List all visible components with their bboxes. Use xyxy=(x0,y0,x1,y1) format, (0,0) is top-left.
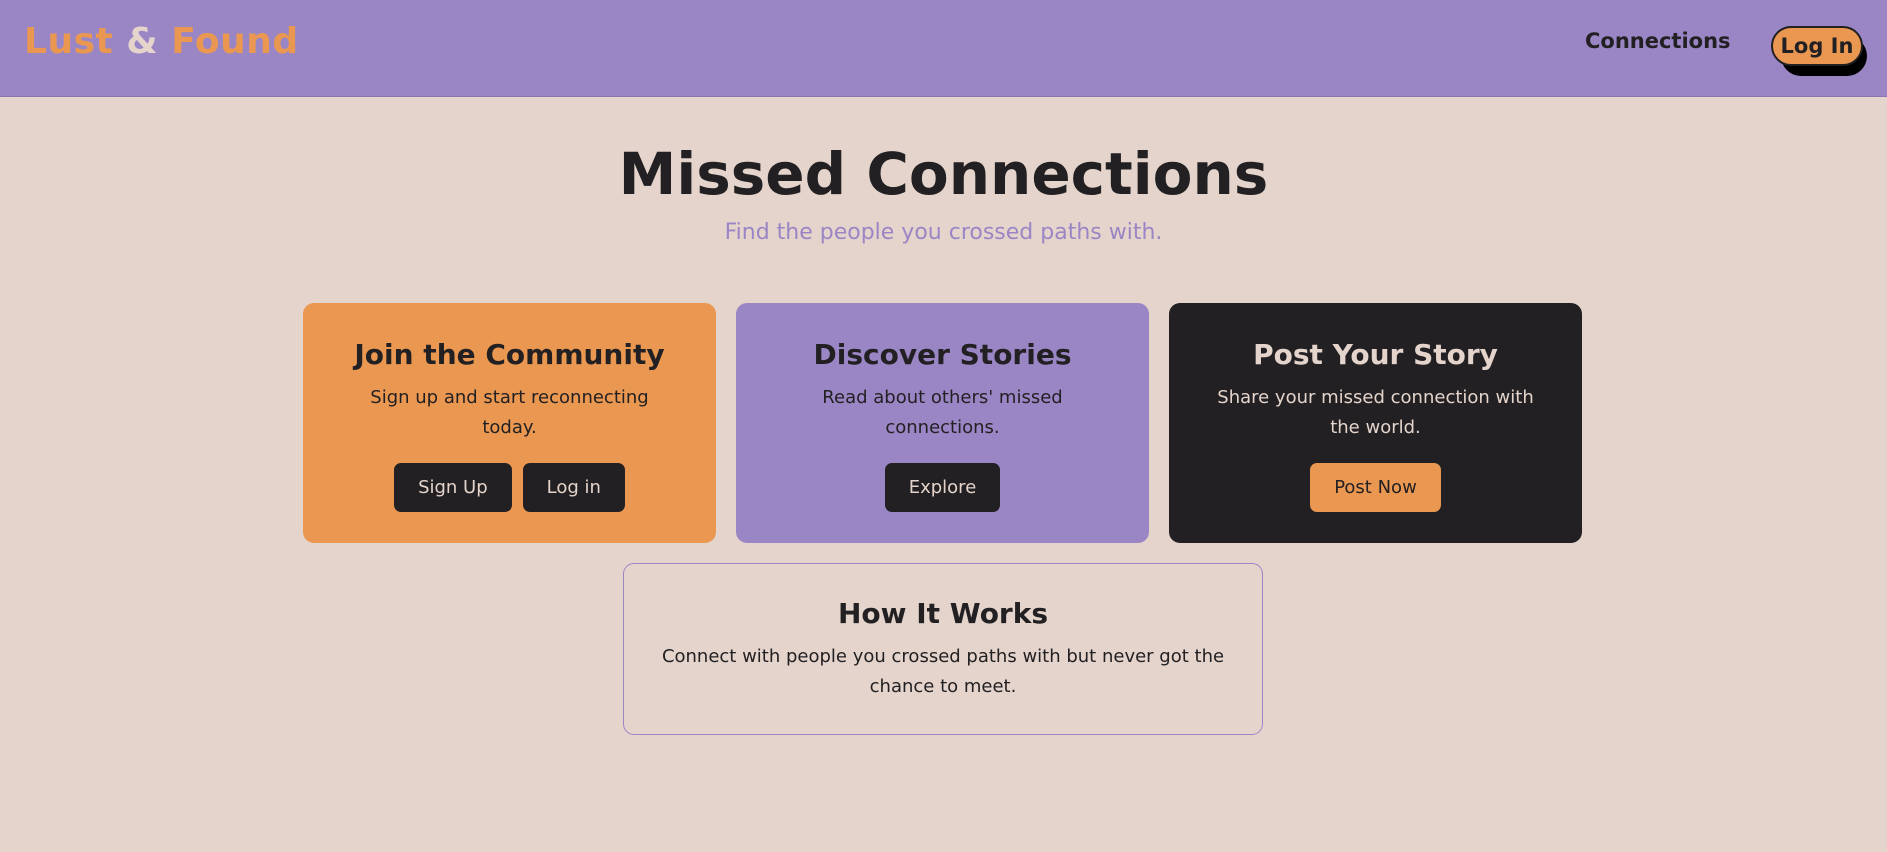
join-community-card: Join the Community Sign up and start rec… xyxy=(303,303,716,543)
page-subtitle: Find the people you crossed paths with. xyxy=(724,220,1163,245)
discover-card-text: Read about others' missed connections. xyxy=(822,387,1063,438)
login-button-wrapper: Log In xyxy=(1771,26,1871,76)
discover-card-actions: Explore xyxy=(736,463,1149,512)
join-card-actions: Sign Up Log in xyxy=(303,463,716,512)
discover-stories-card: Discover Stories Read about others' miss… xyxy=(736,303,1149,543)
page-title: Missed Connections xyxy=(618,140,1269,208)
post-card-text: Share your missed connection with the wo… xyxy=(1217,387,1534,438)
post-card-actions: Post Now xyxy=(1169,463,1582,512)
nav-link-connections[interactable]: Connections xyxy=(1585,29,1731,53)
discover-card-title: Discover Stories xyxy=(813,338,1072,371)
how-it-works-title: How It Works xyxy=(837,597,1049,630)
brand-word-found: Found xyxy=(171,21,299,62)
explore-button[interactable]: Explore xyxy=(884,463,1001,512)
top-nav-bar: Lust & Found Connections Log In xyxy=(0,0,1887,97)
post-story-card: Post Your Story Share your missed connec… xyxy=(1169,303,1582,543)
login-button[interactable]: Log In xyxy=(1771,26,1863,66)
join-card-title: Join the Community xyxy=(354,338,665,371)
brand-logo[interactable]: Lust & Found xyxy=(24,21,299,62)
post-now-button[interactable]: Post Now xyxy=(1310,463,1441,512)
brand-word-lust: Lust xyxy=(24,21,114,62)
post-card-title: Post Your Story xyxy=(1253,338,1498,371)
card-log-in-button[interactable]: Log in xyxy=(522,463,625,512)
how-it-works-card: How It Works Connect with people you cro… xyxy=(623,563,1263,735)
join-card-text: Sign up and start reconnecting today. xyxy=(370,387,649,438)
how-it-works-text: Connect with people you crossed paths wi… xyxy=(661,646,1225,697)
brand-ampersand: & xyxy=(126,21,159,62)
sign-up-button[interactable]: Sign Up xyxy=(394,463,512,512)
